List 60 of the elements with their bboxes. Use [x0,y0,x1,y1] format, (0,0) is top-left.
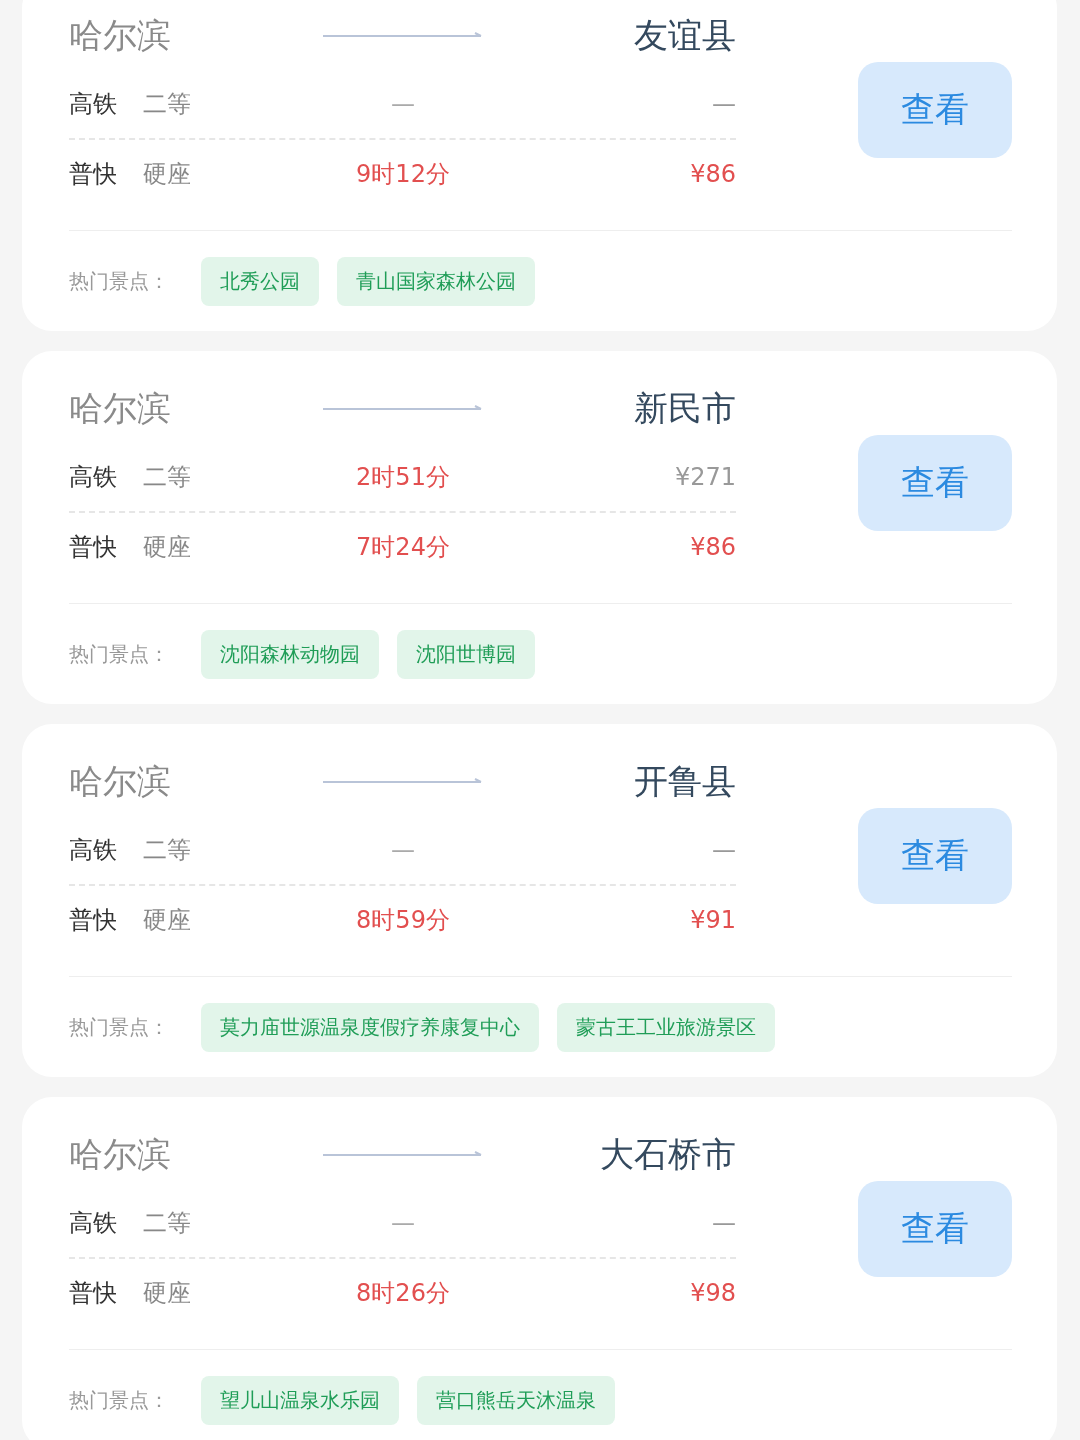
train-type: 普快 [69,905,118,936]
attractions-label: 热门景点： [69,1013,169,1041]
travel-duration: 2时51分 [355,462,451,493]
arrow-line-icon [323,405,483,413]
destination-city: 友谊县 [633,14,736,57]
attraction-tag[interactable]: 营口熊岳天沐温泉 [417,1375,615,1425]
seat-class: 二等 [143,835,192,866]
origin-city: 哈尔滨 [69,14,172,57]
train-type: 高铁 [69,1208,118,1239]
ticket-price: ¥86 [689,533,736,561]
attraction-tag[interactable]: 北秀公园 [201,256,319,306]
travel-duration: — [390,90,416,118]
origin-city: 哈尔滨 [69,387,172,430]
ticket-price: ¥271 [673,463,736,491]
arrow-line-icon [323,1151,483,1159]
train-type: 高铁 [69,835,118,866]
seat-class: 硬座 [143,532,192,563]
view-button[interactable]: 查看 [858,435,1012,531]
view-button[interactable]: 查看 [858,808,1012,904]
seat-class: 硬座 [143,905,192,936]
attractions-label: 热门景点： [69,640,169,668]
seat-class: 硬座 [143,1278,192,1309]
attraction-tag[interactable]: 莫力庙世源温泉度假疗养康复中心 [201,1002,539,1052]
attraction-tag[interactable]: 青山国家森林公园 [337,256,535,306]
train-type: 普快 [69,532,118,563]
travel-duration: 9时12分 [355,159,451,190]
ticket-price: — [711,1209,736,1237]
ticket-price: ¥98 [689,1279,736,1307]
origin-city: 哈尔滨 [69,1133,172,1176]
attraction-tag[interactable]: 沈阳森林动物园 [201,629,379,679]
attraction-tag[interactable]: 望儿山温泉水乐园 [201,1375,399,1425]
train-type: 普快 [69,159,118,190]
attractions-label: 热门景点： [69,267,169,295]
view-button[interactable]: 查看 [858,62,1012,158]
attraction-tag[interactable]: 蒙古王工业旅游景区 [557,1002,775,1052]
view-button[interactable]: 查看 [858,1181,1012,1277]
destination-city: 开鲁县 [633,760,736,803]
destination-city: 新民市 [633,387,736,430]
ticket-price: — [711,90,736,118]
travel-duration: 8时59分 [355,905,451,936]
origin-city: 哈尔滨 [69,760,172,803]
seat-class: 硬座 [143,159,192,190]
travel-duration: 7时24分 [355,532,451,563]
arrow-line-icon [323,778,483,786]
seat-class: 二等 [143,89,192,120]
seat-class: 二等 [143,462,192,493]
train-type: 高铁 [69,89,118,120]
train-type: 高铁 [69,462,118,493]
travel-duration: — [390,1209,416,1237]
attraction-tag[interactable]: 沈阳世博园 [397,629,535,679]
destination-city: 大石桥市 [599,1133,736,1176]
seat-class: 二等 [143,1208,192,1239]
attractions-label: 热门景点： [69,1386,169,1414]
ticket-price: ¥86 [689,160,736,188]
ticket-price: ¥91 [689,906,736,934]
travel-duration: — [390,836,416,864]
arrow-line-icon [323,32,483,40]
train-type: 普快 [69,1278,118,1309]
travel-duration: 8时26分 [355,1278,451,1309]
ticket-price: — [711,836,736,864]
